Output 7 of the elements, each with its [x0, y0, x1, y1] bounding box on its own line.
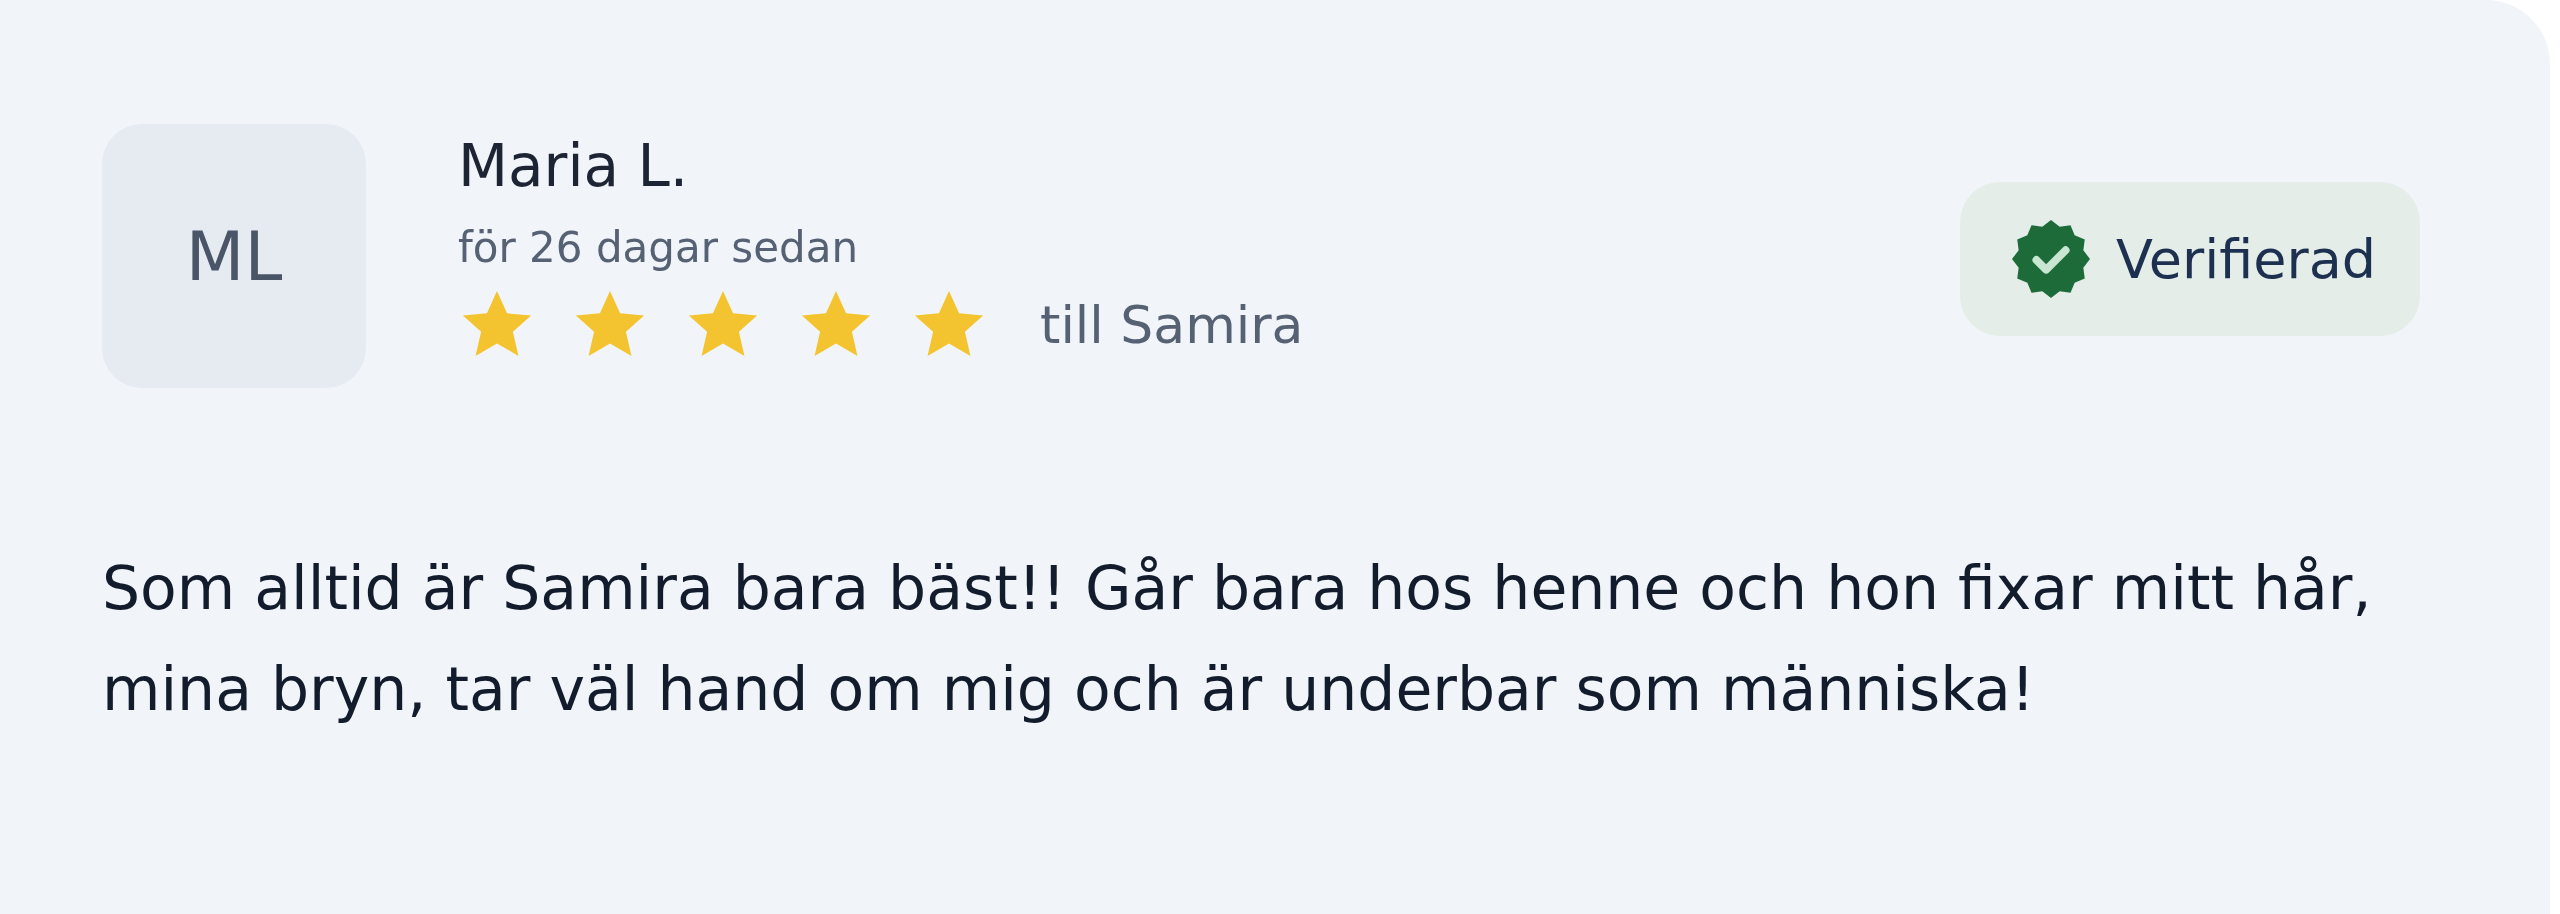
recipient-label: till Samira — [1040, 295, 1304, 355]
avatar: ML — [102, 124, 366, 388]
author-name: Maria L. — [458, 131, 690, 202]
badge-label: Verifierad — [2116, 227, 2376, 291]
review-time: för 26 dagar sedan — [458, 222, 860, 274]
verified-icon — [2012, 220, 2090, 298]
review-text: Som alltid är Samira bara bäst!! Går bara hos henne och hon fixar mitt hår, mina bryn, tar väl hand om mig och är underbar som människa! — [102, 552, 2373, 726]
